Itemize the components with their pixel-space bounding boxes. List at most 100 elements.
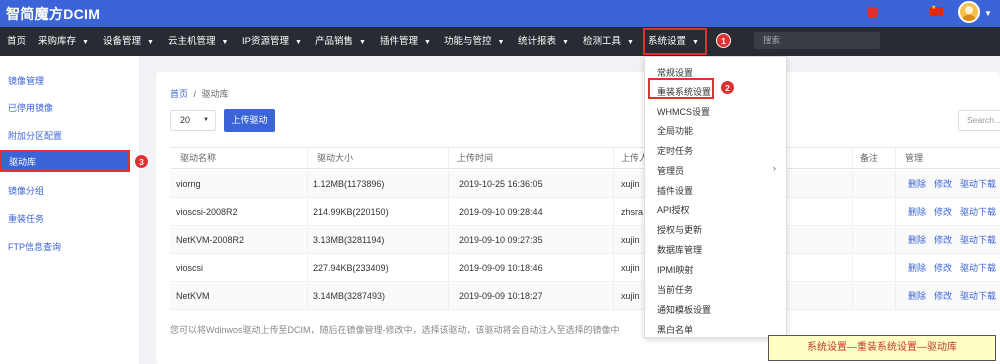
chevron-down-icon: ▼: [424, 39, 431, 46]
menu-item-administrators[interactable]: 管理员: [657, 164, 684, 177]
search-input[interactable]: 搜索: [754, 32, 880, 49]
menu-item-api-auth[interactable]: API授权: [657, 203, 690, 216]
edit-link[interactable]: 修改: [934, 283, 952, 310]
chevron-right-icon: ›: [773, 163, 776, 173]
menu-item-notification-templates[interactable]: 通知模板设置: [657, 303, 711, 316]
download-link[interactable]: 驱动下载: [960, 255, 996, 282]
sidebar-item-reinstall-tasks[interactable]: 重装任务: [8, 212, 44, 225]
cell-uploader: zhsra: [621, 207, 644, 217]
menu-item-ipmi-mapping[interactable]: IPMI映射: [657, 263, 694, 276]
menu-item-whmcs-settings[interactable]: WHMCS设置: [657, 105, 710, 118]
cell-driver-name: vioscsi: [176, 263, 204, 273]
breadcrumb-separator: /: [193, 89, 197, 99]
brand-logo-text: 智简魔方DCIM: [6, 6, 101, 22]
table-row: viorng 1.12MB(1173896) 2019-10-25 16:36:…: [170, 171, 1000, 198]
cell-driver-name: vioscsi-2008R2: [176, 207, 238, 217]
download-link[interactable]: 驱动下载: [960, 171, 996, 198]
menu-item-black-white-list[interactable]: 黑白名单: [657, 323, 693, 336]
cell-upload-time: 2019-09-10 09:27:35: [459, 235, 543, 245]
sidebar-item-extra-partition[interactable]: 附加分区配置: [8, 129, 62, 142]
chevron-down-icon: ▼: [562, 39, 569, 46]
column-header-actions: 管理: [905, 153, 924, 163]
nav-item-reports[interactable]: 统计报表 ▼: [518, 27, 569, 56]
nav-item-plugin-management[interactable]: 插件管理 ▼: [380, 27, 431, 56]
nav-item-features-control[interactable]: 功能与管控 ▼: [444, 27, 504, 56]
cell-upload-time: 2019-10-25 16:36:05: [459, 179, 543, 189]
annotation-badge-2: 2: [720, 80, 735, 95]
nav-item-detection-tools[interactable]: 检测工具 ▼: [583, 27, 634, 56]
nav-item-ip-resource[interactable]: IP资源管理 ▼: [242, 27, 302, 56]
cell-uploader: xujin: [621, 179, 640, 189]
nav-item-device-management[interactable]: 设备管理 ▼: [103, 27, 154, 56]
cell-driver-size: 3.14MB(3287493): [313, 291, 386, 301]
table-search-input[interactable]: Search...: [958, 110, 1000, 131]
cell-upload-time: 2019-09-09 10:18:46: [459, 263, 543, 273]
cell-driver-name: NetKVM: [176, 291, 210, 301]
nav-item-cloud-host[interactable]: 云主机管理 ▼: [168, 27, 228, 56]
chevron-down-icon: ▼: [627, 39, 634, 46]
column-header-remarks[interactable]: 备注: [860, 148, 878, 169]
cell-driver-name: viorng: [176, 179, 201, 189]
cell-driver-size: 214.99KB(220150): [313, 207, 389, 217]
breadcrumb: 首页 / 驱动库: [170, 87, 229, 100]
cell-uploader: xujin: [621, 235, 640, 245]
sidebar-item-ftp-info[interactable]: FTP信息查询: [8, 240, 61, 253]
sidebar-item-driver-library[interactable]: 驱动库: [0, 150, 130, 172]
chevron-down-icon: ▼: [221, 39, 229, 46]
delete-link[interactable]: 删除: [908, 255, 926, 282]
chevron-down-icon: ▼: [82, 39, 89, 46]
sidebar: 镜像管理 已停用镜像 附加分区配置 驱动库 镜像分组 重装任务 FTP信息查询: [0, 56, 139, 364]
menu-item-scheduled-tasks[interactable]: 定时任务: [657, 144, 693, 157]
download-link[interactable]: 驱动下载: [960, 227, 996, 254]
delete-link[interactable]: 删除: [908, 171, 926, 198]
help-hint-text: 您可以将Wdinwos驱动上传至DCIM，随后在镜像管理-修改中，选择该驱动，该…: [170, 325, 620, 335]
nav-item-product-sales[interactable]: 产品销售 ▼: [315, 27, 366, 56]
menu-item-global-features[interactable]: 全局功能: [657, 124, 693, 137]
breadcrumb-home[interactable]: 首页: [170, 89, 188, 99]
table-row: vioscsi-2008R2 214.99KB(220150) 2019-09-…: [170, 199, 1000, 226]
edit-link[interactable]: 修改: [934, 227, 952, 254]
breadcrumb-current: 驱动库: [201, 89, 229, 99]
table-header-row: 驱动名称 驱动大小 上传时间 上传人 备注 管理: [170, 147, 1000, 169]
delete-link[interactable]: 删除: [908, 227, 926, 254]
upload-driver-button[interactable]: 上传驱动: [224, 109, 275, 132]
cell-uploader: xujin: [621, 263, 640, 273]
cell-driver-size: 227.94KB(233409): [313, 263, 389, 273]
edit-link[interactable]: 修改: [934, 199, 952, 226]
chevron-down-icon: ▼: [294, 39, 302, 46]
delete-link[interactable]: 删除: [908, 199, 926, 226]
chevron-down-icon: ▼: [147, 39, 154, 46]
annotation-caption: 系统设置—重装系统设置—驱动库: [768, 335, 996, 361]
annotation-highlight-system-settings: [643, 28, 707, 55]
annotation-badge-1: 1: [716, 33, 731, 48]
language-flag-icon[interactable]: [930, 4, 943, 16]
top-header: 智简魔方DCIM ▼: [0, 0, 1000, 27]
column-header-upload-time[interactable]: 上传时间: [457, 148, 493, 169]
cell-uploader: xujin: [621, 291, 640, 301]
menu-item-current-tasks[interactable]: 当前任务: [657, 283, 693, 296]
annotation-highlight-reinstall-settings: [648, 78, 714, 99]
notification-icon[interactable]: [868, 7, 877, 18]
column-header-size[interactable]: 驱动大小: [317, 148, 353, 169]
download-link[interactable]: 驱动下载: [960, 283, 996, 310]
sidebar-item-image-management[interactable]: 镜像管理: [8, 74, 44, 87]
cell-driver-size: 3.13MB(3281194): [313, 235, 385, 245]
nav-item-home[interactable]: 首页: [7, 27, 26, 56]
chevron-down-icon: ▼: [497, 39, 505, 46]
table-row: NetKVM 3.14MB(3287493) 2019-09-09 10:18:…: [170, 283, 1000, 310]
menu-item-database-management[interactable]: 数据库管理: [657, 243, 702, 256]
menu-item-plugin-settings[interactable]: 插件设置: [657, 184, 693, 197]
download-link[interactable]: 驱动下载: [960, 199, 996, 226]
chevron-down-icon[interactable]: ▼: [984, 9, 992, 18]
nav-item-purchase-inventory[interactable]: 采购库存 ▼: [38, 27, 89, 56]
page-size-select[interactable]: 20 ▼: [170, 110, 216, 131]
menu-item-license-update[interactable]: 授权与更新: [657, 223, 702, 236]
cell-upload-time: 2019-09-09 10:18:27: [459, 291, 543, 301]
user-avatar[interactable]: [958, 1, 980, 23]
column-header-name[interactable]: 驱动名称: [180, 148, 216, 169]
sidebar-item-disabled-images[interactable]: 已停用镜像: [8, 101, 53, 114]
sidebar-item-image-groups[interactable]: 镜像分组: [8, 184, 44, 197]
edit-link[interactable]: 修改: [934, 255, 952, 282]
edit-link[interactable]: 修改: [934, 171, 952, 198]
delete-link[interactable]: 删除: [908, 283, 926, 310]
